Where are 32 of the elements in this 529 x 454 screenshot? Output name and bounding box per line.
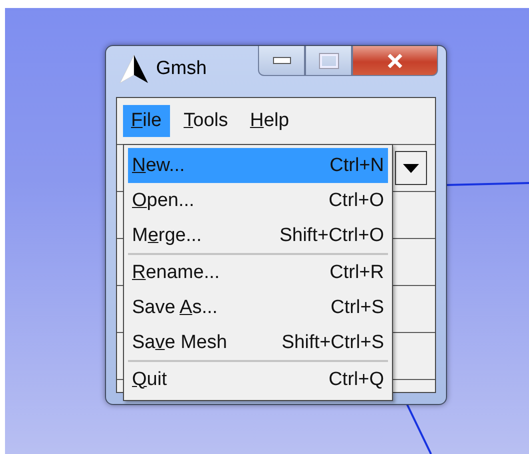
menu-option[interactable]: Merge... Shift+Ctrl+O bbox=[128, 218, 388, 253]
shortcut-label: Shift+Ctrl+S bbox=[282, 332, 384, 354]
menu-option[interactable]: Quit Ctrl+Q bbox=[128, 360, 388, 397]
option-label: Save Mesh bbox=[132, 332, 228, 354]
menu-option[interactable]: Save As... Ctrl+S bbox=[128, 290, 388, 325]
caret-icon bbox=[403, 164, 419, 172]
shortcut-label: Ctrl+Q bbox=[328, 368, 384, 390]
menu-option[interactable]: Rename... Ctrl+R bbox=[128, 253, 388, 290]
shortcut-label: Ctrl+S bbox=[330, 296, 384, 318]
menu-option[interactable]: Save Mesh Shift+Ctrl+S bbox=[128, 325, 388, 360]
shortcut-label: Shift+Ctrl+O bbox=[279, 224, 384, 246]
option-label: Merge... bbox=[132, 224, 202, 246]
option-label: Save As... bbox=[132, 296, 218, 318]
option-label: New... bbox=[132, 154, 185, 176]
menu-option[interactable]: New... Ctrl+N bbox=[128, 148, 388, 183]
shortcut-label: Ctrl+O bbox=[328, 190, 384, 212]
option-label: Rename... bbox=[132, 262, 220, 284]
maximize-button[interactable] bbox=[305, 46, 352, 76]
close-button[interactable] bbox=[352, 46, 438, 76]
menu-item[interactable]: File bbox=[123, 105, 170, 137]
menu-item[interactable]: Help bbox=[242, 105, 298, 137]
minimize-button[interactable] bbox=[258, 46, 305, 76]
menu-option[interactable]: Open... Ctrl+O bbox=[128, 183, 388, 218]
app-logo-icon[interactable] bbox=[118, 55, 148, 83]
option-label: Quit bbox=[132, 368, 167, 390]
close-icon bbox=[387, 54, 403, 68]
option-label: Open... bbox=[132, 190, 194, 212]
menu-item[interactable]: Tools bbox=[176, 105, 236, 137]
shortcut-label: Ctrl+R bbox=[330, 262, 384, 284]
dropdown-button[interactable] bbox=[395, 151, 427, 185]
window-title: Gmsh bbox=[156, 58, 207, 80]
shortcut-label: Ctrl+N bbox=[330, 154, 384, 176]
